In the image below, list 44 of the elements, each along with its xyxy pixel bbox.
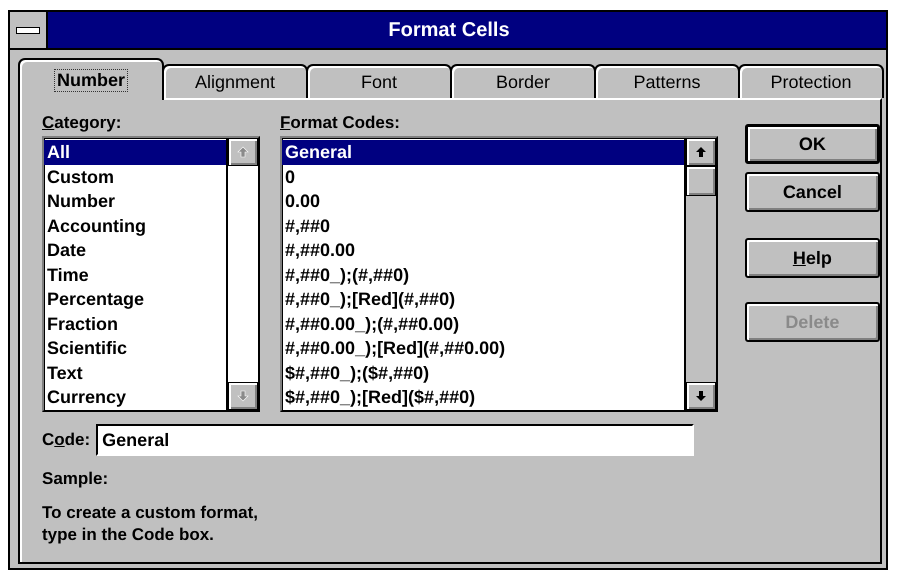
list-item[interactable]: General [282,140,684,164]
list-item[interactable]: #,##0.00 [282,238,684,262]
list-item[interactable]: #,##0 [282,214,684,238]
list-label: Category: [42,112,122,134]
list-item[interactable]: $#,##0_);[Red]($#,##0) [282,385,684,410]
list-item[interactable]: #,##0.00_);[Red](#,##0.00) [282,336,684,360]
hint-text: To create a custom format, [42,502,260,524]
code-field[interactable]: General [96,424,694,456]
list-item[interactable]: 0.00 [282,189,684,214]
tab[interactable]: Border [450,64,596,98]
list-item[interactable]: #,##0_);(#,##0) [282,262,684,287]
list-item[interactable]: Fraction [44,312,226,336]
scroll-down-icon[interactable] [695,390,707,402]
list-item[interactable]: All [44,140,226,164]
tab[interactable]: Protection [738,64,884,98]
list-item[interactable]: Scientific [44,336,226,360]
field-label: Code: [42,429,90,451]
dialog-button[interactable]: OK [744,124,880,164]
list-item[interactable]: #,##0_);[Red](#,##0) [282,287,684,312]
list-item[interactable]: Number [44,189,226,214]
tab[interactable]: Alignment [162,64,308,98]
list-item[interactable]: $#,##0_);($#,##0) [282,360,684,385]
list-item[interactable]: 0 [282,164,684,189]
system-menu-button[interactable] [10,12,48,48]
tab[interactable]: Number [18,58,164,100]
sample-label: Sample: [42,468,110,490]
list-item[interactable]: Text [44,360,226,385]
tab[interactable]: Font [306,64,452,98]
list-item[interactable]: Percentage [44,287,226,312]
dialog-button[interactable]: Help [744,238,880,278]
window-title: Format Cells [387,18,511,43]
dialog-button[interactable]: Cancel [744,172,880,212]
list-item[interactable]: Accounting [44,214,226,238]
scroll-up-icon[interactable] [695,146,707,158]
scroll-thumb[interactable] [686,166,716,196]
hint-text: type in the Code box. [42,524,215,546]
tab[interactable]: Patterns [594,64,740,98]
list-item[interactable]: #,##0.00_);(#,##0.00) [282,312,684,336]
scroll-bar[interactable] [684,138,716,410]
list-item[interactable]: Custom [44,164,226,189]
list-item[interactable]: Currency [44,385,226,410]
list-label: Format Codes: [280,112,401,134]
list-item[interactable]: Date [44,238,226,262]
list-item[interactable]: Time [44,262,226,287]
